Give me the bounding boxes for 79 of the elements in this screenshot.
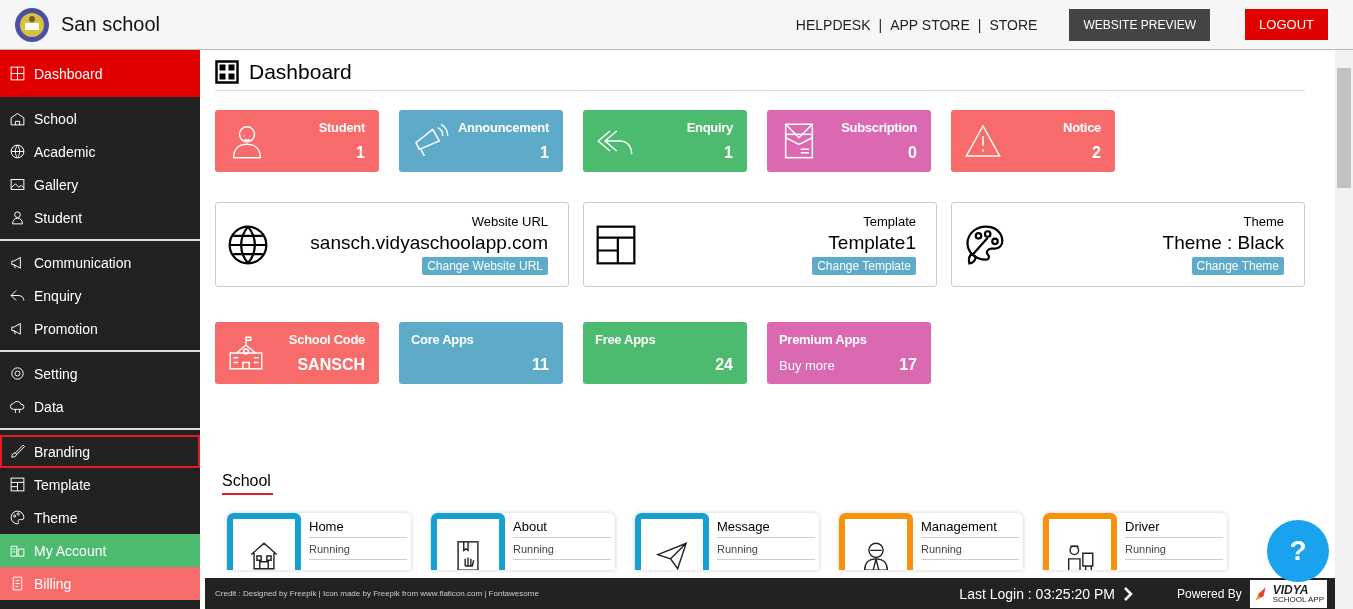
stat-count: SANSCH [297,356,365,374]
stat-label: Announcement [458,120,549,135]
chevron-right-icon[interactable] [1123,586,1133,601]
stat-label: Core Apps [411,332,474,347]
app-name: About [513,513,611,538]
last-login: Last Login : 03:25:20 PM [959,585,1115,602]
brand-name: VIDYA [1272,583,1310,596]
sidebar-item[interactable]: Communication [0,246,200,279]
app-name: Driver [1125,513,1223,538]
sidebar-item[interactable]: Enquiry [0,279,200,312]
grid-icon [9,65,26,82]
info-label: Template [863,214,916,229]
sidebar-item[interactable]: Theme [0,501,200,534]
stat-label: Student [318,120,365,135]
app-state: Running [717,538,815,560]
stat-label: School Code [288,332,365,347]
stat-count: 1 [540,144,549,162]
header-link[interactable]: HELPDESK [795,16,871,33]
sidebar-item[interactable]: Dashboard [0,50,200,97]
stat-count: 2 [1092,144,1101,162]
stat-label: Notice [1063,120,1101,135]
stat-count: 17 [899,356,917,374]
separator: | [878,16,883,33]
powered-by: Powered By [1177,586,1242,601]
brand-tagline: SCHOOL APP [1272,595,1324,604]
sidebar-item[interactable]: Data [0,390,200,423]
stat-label: Free Apps [595,332,656,347]
info-value: Theme : Black [1162,232,1284,254]
stat-count: 1 [356,144,365,162]
sidebar-item[interactable]: School [0,102,200,135]
info-label: Theme [1243,214,1284,229]
info-label: Website URL [471,214,548,229]
grid-icon [215,60,239,84]
settings-icon [9,365,26,382]
cloud-icon [9,398,26,415]
app-state: Running [1125,538,1223,560]
app-name: Home [309,513,407,538]
school-name: San school [61,13,160,36]
stat-count: 11 [532,356,549,374]
sidebar-item[interactable]: Academic [0,135,200,168]
logout-button[interactable]: LOGOUT [1245,9,1328,40]
globe-icon [9,143,26,160]
brush-icon [9,443,26,460]
app-name: Message [717,513,815,538]
header-link[interactable]: APP STORE [890,16,970,33]
info-value: Template1 [828,232,916,254]
school-building-icon [227,334,265,372]
school-logo-icon [14,6,50,43]
school-building-icon [9,110,26,127]
separator: | [977,16,982,33]
app-name: Management [921,513,1019,538]
page-title: Dashboard [249,60,352,84]
palette-icon [9,509,26,526]
app-state: Running [513,538,611,560]
image-icon [9,176,26,193]
stat-label: Subscription [841,120,917,135]
app-state: Running [309,538,407,560]
app-state: Running [921,538,1019,560]
person-icon [9,209,26,226]
sidebar-item[interactable]: Gallery [0,168,200,201]
section-title: School [222,472,273,495]
scrollbar[interactable] [1335,50,1353,609]
info-value: sansch.vidyaschoolapp.com [310,232,548,254]
sidebar-item[interactable]: Promotion [0,312,200,345]
layout-icon [9,476,26,493]
stat-label: Enquiry [686,120,733,135]
website-preview-button[interactable]: WEBSITE PREVIEW [1069,8,1211,41]
sidebar-item[interactable]: Student [0,201,200,234]
header-link[interactable]: STORE [989,16,1038,33]
sidebar-item[interactable]: Branding [0,435,200,468]
reply-icon [9,287,26,304]
sidebar-item[interactable]: Setting [0,357,200,390]
stat-count: 24 [715,356,733,374]
stat-label: Premium Apps [779,332,867,347]
paper-plane-icon [655,539,689,570]
stat-count: 1 [724,144,733,162]
sidebar-item[interactable]: Template [0,468,200,501]
credit-text: Credit : Designed by Freepik | Icon made by Freepik from www.flaticon.com | Fontawesome [215,589,540,598]
stat-count: 0 [908,144,917,162]
